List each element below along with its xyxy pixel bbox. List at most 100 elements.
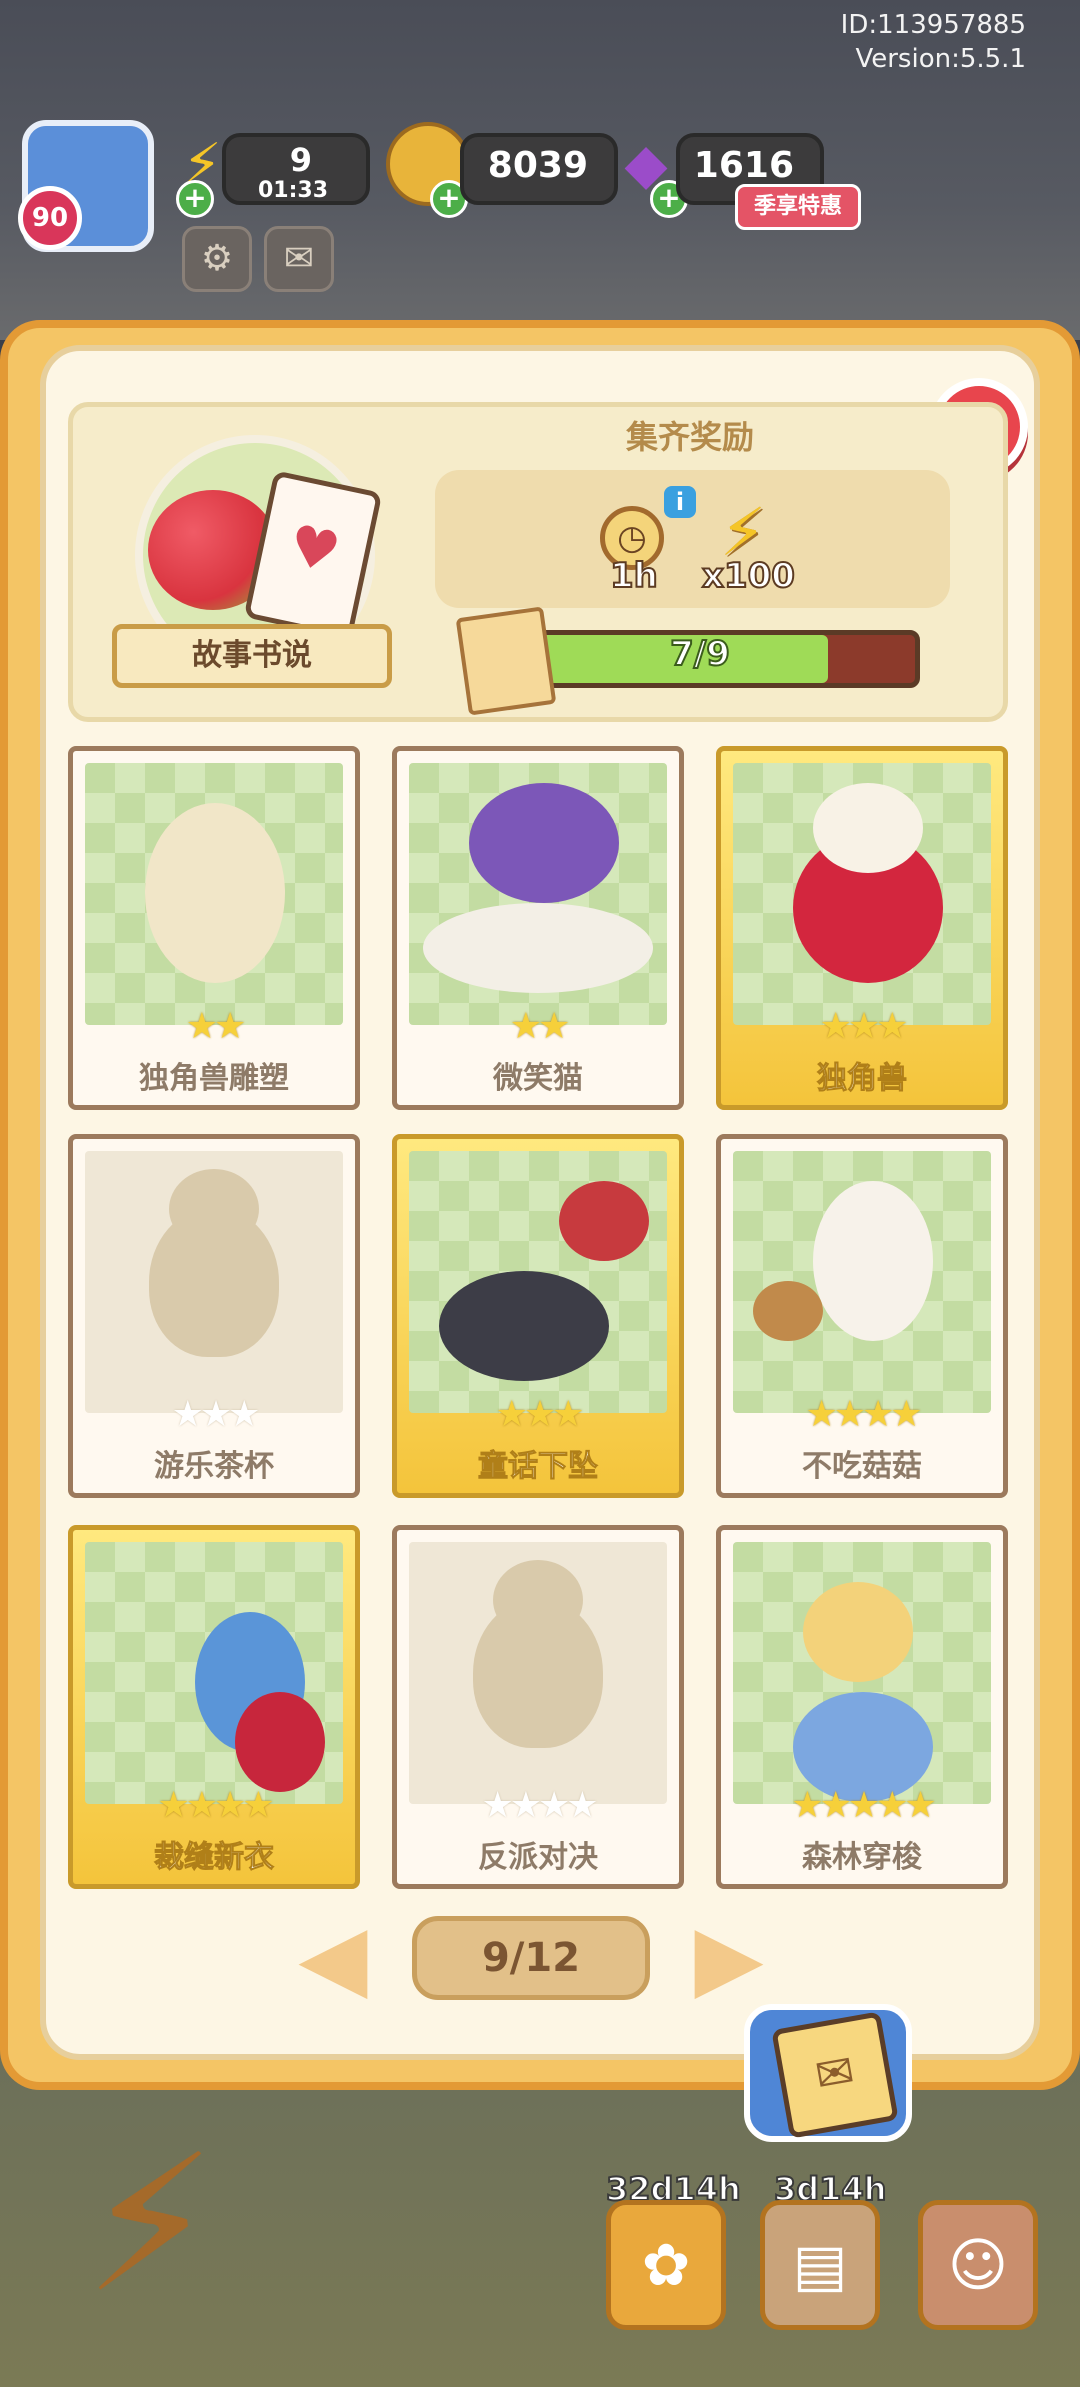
card-illustration-shape <box>559 1181 649 1261</box>
prev-page-arrow-icon[interactable]: ◀ <box>298 1910 368 2006</box>
star-icon: ★ <box>228 1394 260 1435</box>
star-icon: ★ <box>805 1394 837 1435</box>
card-illustration-shape <box>753 1281 823 1341</box>
star-icon: ★ <box>214 1006 246 1047</box>
star-icon: ★ <box>876 1785 908 1826</box>
star-icon: ★ <box>509 1785 542 1826</box>
card-illustration-shape <box>235 1692 325 1792</box>
card-name: 裁缝新衣 <box>154 1840 275 1876</box>
friends-icon[interactable]: ☺ <box>918 2200 1038 2330</box>
card-stars: ★★★★ <box>397 1786 679 1826</box>
star-icon: ★ <box>199 1394 232 1435</box>
album-card[interactable]: ★★★★ 不吃菇菇 <box>716 1134 1008 1498</box>
star-icon: ★ <box>495 1394 528 1435</box>
star-icon: ★ <box>171 1394 204 1435</box>
progress-text: 7/9 <box>669 633 731 675</box>
card-stack-icon <box>455 606 557 716</box>
album-name: 故事书说 <box>112 624 392 688</box>
card-illustration-shape <box>813 1181 933 1341</box>
star-icon: ★ <box>890 1394 922 1435</box>
star-icon: ★ <box>157 1785 189 1826</box>
star-icon: ★ <box>538 1006 570 1047</box>
add-energy-button[interactable]: + <box>176 180 214 218</box>
card-stars: ★★★★★ <box>721 1786 1003 1826</box>
card-collection-button[interactable]: ✉ <box>744 2004 912 2142</box>
star-icon: ★ <box>481 1785 513 1826</box>
star-icon: ★ <box>552 1394 584 1435</box>
album-card[interactable]: ★★★★★ 森林穿梭 <box>716 1525 1008 1889</box>
star-icon: ★ <box>904 1785 936 1826</box>
star-icon: ★ <box>876 1006 908 1047</box>
build-info: ID:113957885 Version:5.5.1 <box>841 8 1026 76</box>
season-offer-badge[interactable]: 季享特惠 <box>735 184 861 230</box>
star-icon: ★ <box>509 1006 542 1047</box>
coin-value: 8039 <box>487 145 588 186</box>
card-stars: ★★★ <box>721 1007 1003 1047</box>
card-stars: ★★★★ <box>721 1395 1003 1435</box>
card-art-locked <box>409 1542 667 1804</box>
album-card[interactable]: ★★ 微笑猫 <box>392 746 684 1110</box>
card-name: 不吃菇菇 <box>802 1449 922 1484</box>
card-art <box>85 763 343 1025</box>
version-label: Version:5.5.1 <box>855 44 1026 74</box>
gem-value: 1616 <box>693 145 794 186</box>
star-icon: ★ <box>185 1006 218 1047</box>
card-event-icon[interactable]: ▤ <box>760 2200 880 2330</box>
card-art <box>733 763 991 1025</box>
card-name: 反派对决 <box>478 1840 598 1875</box>
card-name: 童话下坠 <box>478 1449 599 1485</box>
coin-counter[interactable]: 8039 <box>460 133 618 205</box>
star-icon: ★ <box>214 1785 246 1826</box>
card-stars: ★★★★ <box>73 1786 355 1826</box>
star-icon: ★ <box>847 1785 880 1826</box>
album-card[interactable]: ★★★★ 反派对决 <box>392 1525 684 1889</box>
star-icon: ★ <box>862 1394 894 1435</box>
card-name: 微笑猫 <box>493 1061 583 1096</box>
reward-title: 集齐奖励 <box>625 418 754 456</box>
card-art-locked <box>85 1151 343 1413</box>
star-icon: ★ <box>566 1785 598 1826</box>
album-card[interactable]: ★★★★ 裁缝新衣 <box>68 1525 360 1889</box>
album-card[interactable]: ★★★ 童话下坠 <box>392 1134 684 1498</box>
mail-icon[interactable]: ✉ <box>264 226 334 292</box>
energy-value: 9 <box>289 141 312 179</box>
settings-gear-icon[interactable]: ⚙ <box>182 226 252 292</box>
card-name: 游乐茶杯 <box>154 1449 274 1484</box>
star-icon: ★ <box>185 1785 218 1826</box>
locked-silhouette-icon <box>149 1169 279 1357</box>
star-icon: ★ <box>833 1394 866 1435</box>
card-art <box>85 1542 343 1804</box>
card-name: 独角兽 <box>817 1061 908 1097</box>
card-illustration-shape <box>803 1582 913 1682</box>
star-icon: ★ <box>523 1394 556 1435</box>
album-card[interactable]: ★★★ 游乐茶杯 <box>68 1134 360 1498</box>
info-icon[interactable]: i <box>664 486 696 518</box>
card-art <box>733 1151 991 1413</box>
album-card[interactable]: ★★★ 独角兽 <box>716 746 1008 1110</box>
card-stars: ★★★ <box>397 1395 679 1435</box>
flower-event-icon[interactable]: ✿ <box>606 2200 726 2330</box>
star-icon: ★ <box>242 1785 274 1826</box>
reward-time: 1h <box>609 555 659 597</box>
energy-boost-icon[interactable]: ⚡ <box>40 2110 260 2340</box>
page-indicator: 9/12 <box>412 1916 650 2000</box>
star-icon: ★ <box>538 1785 570 1826</box>
card-stars: ★★ <box>73 1007 355 1047</box>
star-icon: ★ <box>847 1006 880 1047</box>
card-name: 森林穿梭 <box>802 1840 922 1875</box>
album-card[interactable]: ★★ 独角兽雕塑 <box>68 746 360 1110</box>
card-illustration-shape <box>145 803 285 983</box>
card-name: 独角兽雕塑 <box>139 1061 289 1096</box>
card-illustration-shape <box>469 783 619 903</box>
locked-silhouette-icon <box>473 1560 603 1748</box>
star-icon: ★ <box>819 1785 852 1826</box>
card-illustration-shape <box>813 783 923 873</box>
next-page-arrow-icon[interactable]: ▶ <box>694 1910 764 2006</box>
card-stars: ★★ <box>397 1007 679 1047</box>
card-art <box>733 1542 991 1804</box>
user-id: ID:113957885 <box>840 10 1026 40</box>
card-illustration-shape <box>439 1271 609 1381</box>
card-envelope-icon: ✉ <box>771 2011 899 2139</box>
card-stars: ★★★ <box>73 1395 355 1435</box>
star-icon: ★ <box>819 1006 852 1047</box>
